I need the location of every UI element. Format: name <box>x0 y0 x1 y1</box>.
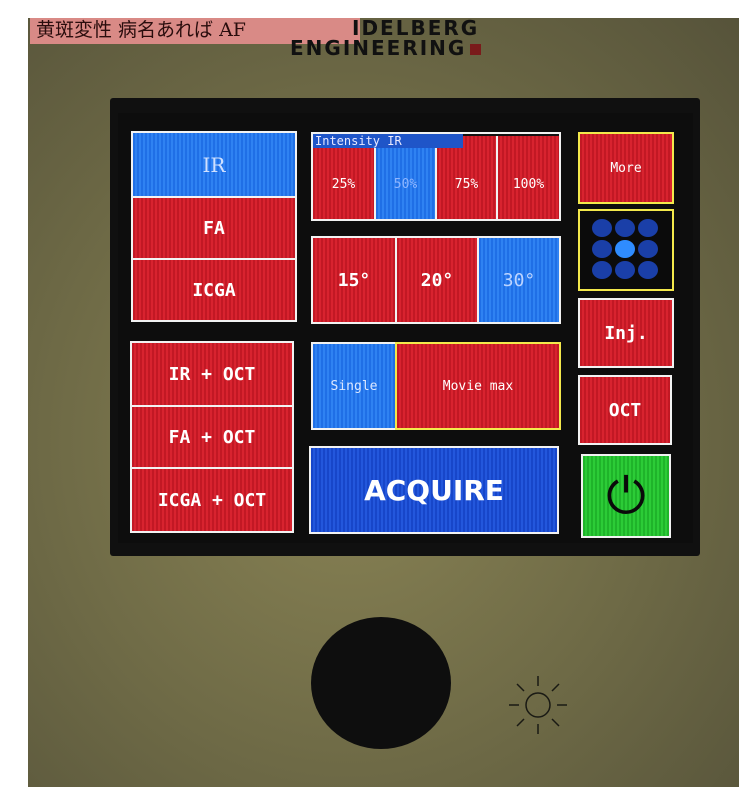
fixation-dot <box>592 240 612 258</box>
intensity-50-button[interactable]: 50% <box>376 136 437 219</box>
fixation-dot <box>592 219 612 237</box>
power-button[interactable]: ⏻ <box>581 454 671 538</box>
brand-logo: IDELBERG ENGINEERING <box>290 18 530 58</box>
fixation-dot-grid <box>590 218 660 280</box>
power-icon: ⏻ <box>606 466 646 525</box>
mode-ir-oct-button[interactable]: IR + OCT <box>130 341 294 407</box>
brand-line-1: IDELBERG <box>352 16 480 40</box>
fixation-dot <box>638 261 658 279</box>
mode-fa-oct-button[interactable]: FA + OCT <box>130 405 294 469</box>
intensity-25-button[interactable]: 25% <box>313 136 376 219</box>
intensity-title: Intensity IR <box>313 134 463 148</box>
capture-single-button[interactable]: Single <box>311 342 397 430</box>
capture-movie-max-button[interactable]: Movie max <box>395 342 561 430</box>
more-button[interactable]: More <box>578 132 674 204</box>
fov-30-button[interactable]: 30° <box>477 236 561 324</box>
injection-button[interactable]: Inj. <box>578 298 674 368</box>
acquire-button[interactable]: ACQUIRE <box>309 446 559 534</box>
fixation-dot <box>638 240 658 258</box>
fov-20-button[interactable]: 20° <box>395 236 479 324</box>
intensity-100-button[interactable]: 100% <box>498 136 559 219</box>
mode-fa-button[interactable]: FA <box>131 196 297 260</box>
fov-15-button[interactable]: 15° <box>311 236 397 324</box>
brightness-sun-icon <box>509 676 567 734</box>
mode-icga-oct-button[interactable]: ICGA + OCT <box>130 467 294 533</box>
fixation-dot <box>615 261 635 279</box>
brightness-knob[interactable] <box>311 617 451 749</box>
fixation-dot <box>615 219 635 237</box>
fixation-dot-center <box>615 240 635 258</box>
mode-ir-button[interactable]: IR <box>131 131 297 198</box>
brand-line-2: ENGINEERING <box>290 36 467 60</box>
brand-square-icon <box>470 44 482 55</box>
intensity-75-button[interactable]: 75% <box>437 136 498 219</box>
fixation-dot <box>592 261 612 279</box>
mode-icga-button[interactable]: ICGA <box>131 258 297 322</box>
fixation-dot <box>638 219 658 237</box>
oct-button[interactable]: OCT <box>578 375 672 445</box>
